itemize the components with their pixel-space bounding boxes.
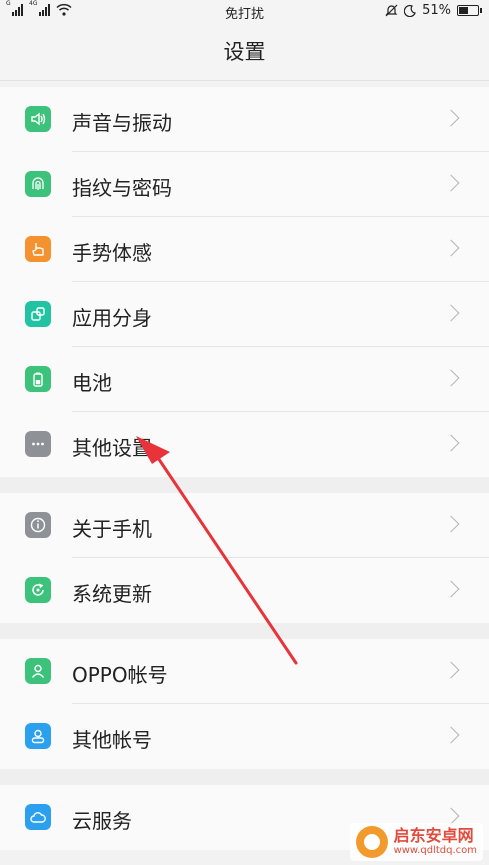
settings-item-app-clone[interactable]: 应用分身 [0, 282, 489, 347]
settings-item-label: 声音与振动 [72, 111, 172, 135]
mute-bell-icon [385, 4, 398, 17]
fingerprint-icon [25, 171, 51, 197]
watermark-url: www.qdltdq.com [393, 845, 477, 856]
settings-item-sound-vibration[interactable]: 声音与振动 [0, 87, 489, 152]
settings-item-label: 指纹与密码 [72, 176, 172, 200]
gesture-hand-icon [25, 236, 51, 262]
watermark-logo-icon [355, 826, 388, 858]
system-update-icon [25, 577, 51, 603]
page-title-bar: 设置 [0, 22, 489, 81]
chevron-right-icon [442, 580, 460, 598]
settings-item-battery[interactable]: 电池 [0, 347, 489, 412]
watermark-name: 启东安卓网 [393, 826, 474, 845]
settings-item-label: 关于手机 [72, 517, 152, 541]
chevron-right-icon [442, 434, 460, 452]
settings-item-more-dots[interactable]: 其他设置 [0, 412, 489, 477]
chevron-right-icon [442, 304, 460, 322]
chevron-right-icon [442, 661, 460, 679]
settings-item-label: 其他帐号 [72, 728, 152, 752]
settings-item-gesture-hand[interactable]: 手势体感 [0, 217, 489, 282]
chevron-right-icon [442, 239, 460, 257]
settings-group: 声音与振动指纹与密码手势体感应用分身电池其他设置 [0, 87, 489, 477]
chevron-right-icon [442, 726, 460, 744]
other-account-icon [25, 723, 51, 749]
app-clone-icon [25, 301, 51, 327]
info-icon [25, 512, 51, 538]
chevron-right-icon [442, 515, 460, 533]
settings-list: 声音与振动指纹与密码手势体感应用分身电池其他设置关于手机系统更新 OPPO帐号 其他… [0, 87, 489, 850]
settings-item-label: 系统更新 [72, 582, 152, 606]
group-separator [0, 769, 489, 785]
more-dots-icon [25, 431, 51, 457]
page-title: 设置 [223, 40, 266, 64]
settings-item-label: OPPO帐号 [72, 663, 168, 687]
battery-icon [25, 366, 51, 392]
battery-percent: 51% [422, 3, 451, 18]
settings-group: 关于手机 系统更新 [0, 493, 489, 623]
settings-item-other-account[interactable]: 其他帐号 [0, 704, 489, 769]
oppo-account-icon [25, 658, 51, 684]
settings-item-label: 应用分身 [72, 306, 152, 330]
settings-item-fingerprint[interactable]: 指纹与密码 [0, 152, 489, 217]
battery-status-icon [457, 5, 482, 16]
status-right: 51% [385, 3, 482, 18]
group-separator [0, 477, 489, 493]
moon-icon [404, 4, 416, 17]
sound-vibration-icon [25, 106, 51, 132]
chevron-right-icon [442, 109, 460, 127]
settings-item-info[interactable]: 关于手机 [0, 493, 489, 558]
settings-item-label: 手势体感 [72, 241, 152, 265]
settings-item-system-update[interactable]: 系统更新 [0, 558, 489, 623]
status-bar: G 4G 免打扰 51% [0, 0, 489, 22]
cloud-icon [25, 804, 51, 830]
settings-item-label: 云服务 [72, 809, 132, 833]
watermark: 启东安卓网 www.qdltdq.com [349, 823, 483, 861]
settings-item-label: 电池 [72, 371, 112, 395]
settings-item-oppo-account[interactable]: OPPO帐号 [0, 639, 489, 704]
chevron-right-icon [442, 807, 460, 825]
group-separator [0, 623, 489, 639]
chevron-right-icon [442, 369, 460, 387]
settings-item-label: 其他设置 [72, 436, 152, 460]
chevron-right-icon [442, 174, 460, 192]
settings-group: OPPO帐号 其他帐号 [0, 639, 489, 769]
